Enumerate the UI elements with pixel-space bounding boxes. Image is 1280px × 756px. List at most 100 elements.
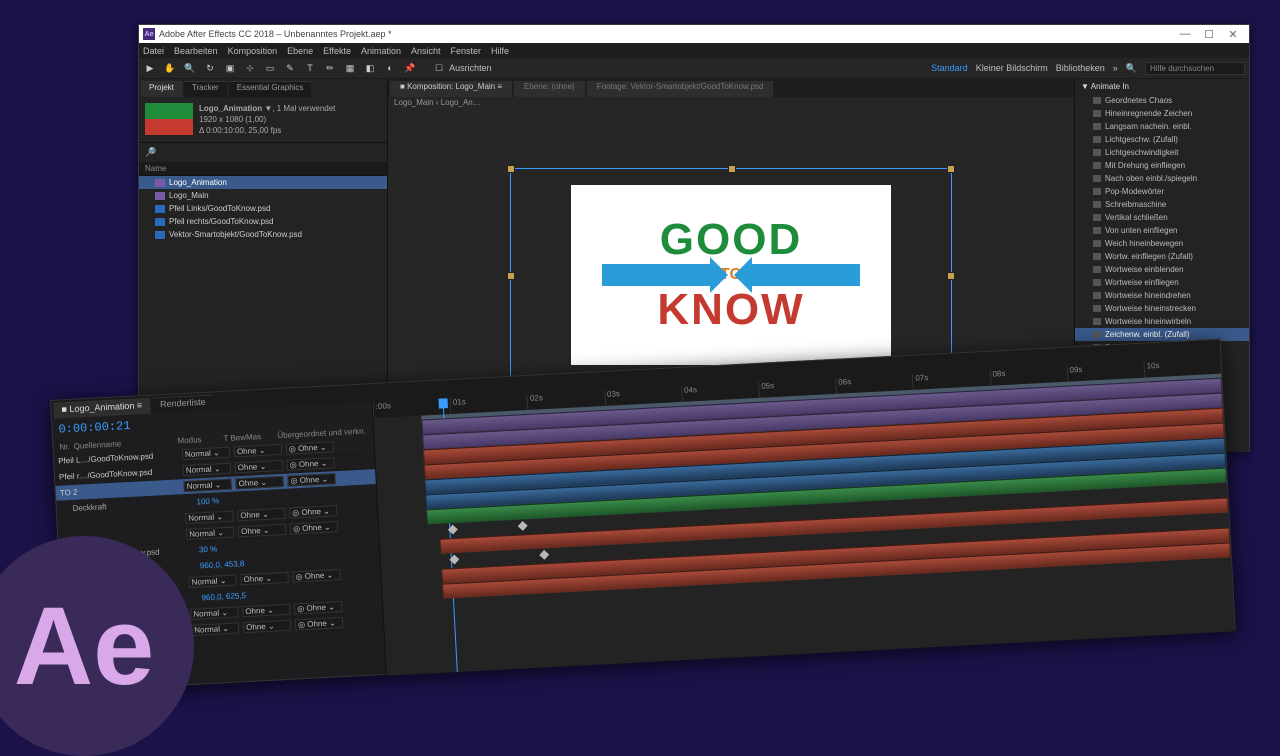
parent-dropdown[interactable]: ◎ Ohne ⌄ xyxy=(287,473,336,486)
brush-tool-icon[interactable]: ✏ xyxy=(323,61,337,75)
parent-dropdown[interactable]: ◎ Ohne ⌄ xyxy=(295,617,344,630)
menu-bearbeiten[interactable]: Bearbeiten xyxy=(174,46,218,56)
preset-item[interactable]: Wortweise hineindrehen xyxy=(1075,289,1249,302)
tab-layer[interactable]: Ebene: (ohne) xyxy=(514,81,585,97)
keyframe-icon[interactable] xyxy=(449,555,459,565)
parent-dropdown[interactable]: ◎ Ohne ⌄ xyxy=(294,601,343,614)
preset-item[interactable]: Lichtgeschw. (Zufall) xyxy=(1075,133,1249,146)
preset-item[interactable]: Geordnetes Chaos xyxy=(1075,94,1249,107)
preset-item[interactable]: Wortweise hineinstrecken xyxy=(1075,302,1249,315)
project-item[interactable]: Pfeil Links/GoodToKnow.psd xyxy=(139,202,387,215)
timeline-tracks[interactable]: :00s01s02s03s04s05s06s07s08s09s10s xyxy=(373,358,1235,676)
trackmatte-dropdown[interactable]: Ohne ⌄ xyxy=(234,444,283,457)
workspace-libs[interactable]: Bibliotheken xyxy=(1056,63,1105,73)
puppet-tool-icon[interactable]: 📌 xyxy=(403,61,417,75)
preset-folder-header[interactable]: ▼ Animate In xyxy=(1075,79,1249,94)
close-button[interactable]: ✕ xyxy=(1221,28,1245,41)
selection-tool-icon[interactable]: ▶ xyxy=(143,61,157,75)
shape-tool-icon[interactable]: ▭ xyxy=(263,61,277,75)
mode-dropdown[interactable]: Normal ⌄ xyxy=(183,479,232,492)
project-item[interactable]: Pfeil rechts/GoodToKnow.psd xyxy=(139,215,387,228)
preset-item[interactable]: Mit Drehung einfliegen xyxy=(1075,159,1249,172)
hand-tool-icon[interactable]: ✋ xyxy=(163,61,177,75)
preset-item[interactable]: Pop-Modewörter xyxy=(1075,185,1249,198)
mode-dropdown[interactable]: Normal ⌄ xyxy=(188,574,237,587)
menu-animation[interactable]: Animation xyxy=(361,46,401,56)
project-item[interactable]: Logo_Main xyxy=(139,189,387,202)
preset-item[interactable]: Wortweise hineinwirbeln xyxy=(1075,315,1249,328)
handle-icon[interactable] xyxy=(507,272,515,280)
anchor-tool-icon[interactable]: ⊹ xyxy=(243,61,257,75)
selection-bounding-box[interactable]: GOOD TO KNOW xyxy=(510,168,952,382)
mode-dropdown[interactable]: Normal ⌄ xyxy=(190,606,239,619)
help-search-input[interactable]: Hilfe durchsuchen xyxy=(1145,62,1245,75)
handle-icon[interactable] xyxy=(947,165,955,173)
clone-tool-icon[interactable]: ▦ xyxy=(343,61,357,75)
comp-breadcrumb[interactable]: Logo_Main ‹ Logo_An… xyxy=(388,97,1074,113)
trackmatte-dropdown[interactable]: Ohne ⌄ xyxy=(238,524,287,537)
trackmatte-dropdown[interactable]: Ohne ⌄ xyxy=(240,572,289,585)
preset-item[interactable]: Lichtgeschwindigkeit xyxy=(1075,146,1249,159)
project-item[interactable]: Vektor-Smartobjekt/GoodToKnow.psd xyxy=(139,228,387,241)
preset-item[interactable]: Wortw. einfliegen (Zufall) xyxy=(1075,250,1249,263)
project-search-icon[interactable]: 🔎 xyxy=(145,147,156,158)
eraser-tool-icon[interactable]: ◧ xyxy=(363,61,377,75)
trackmatte-dropdown[interactable]: Ohne ⌄ xyxy=(235,476,284,489)
parent-dropdown[interactable]: ◎ Ohne ⌄ xyxy=(292,569,341,582)
tab-composition[interactable]: ■ Komposition: Logo_Main ≡ xyxy=(390,81,512,97)
parent-dropdown[interactable]: ◎ Ohne ⌄ xyxy=(286,457,335,470)
workspace-standard[interactable]: Standard xyxy=(931,63,968,73)
trackmatte-dropdown[interactable]: Ohne ⌄ xyxy=(243,620,292,633)
menu-hilfe[interactable]: Hilfe xyxy=(491,46,509,56)
maximize-button[interactable]: ☐ xyxy=(1197,28,1221,41)
preset-item[interactable]: Nach oben einbl./spiegeln xyxy=(1075,172,1249,185)
menu-ansicht[interactable]: Ansicht xyxy=(411,46,441,56)
text-tool-icon[interactable]: T xyxy=(303,61,317,75)
roto-tool-icon[interactable]: ◐ xyxy=(383,61,397,75)
parent-dropdown[interactable]: ◎ Ohne ⌄ xyxy=(290,521,339,534)
minimize-button[interactable]: — xyxy=(1173,28,1197,40)
col-track-matte[interactable]: T BewMas xyxy=(223,431,273,443)
preset-item[interactable]: Hineinregnende Zeichen xyxy=(1075,107,1249,120)
preset-item[interactable]: Zeichenw. einbl. (Zufall) xyxy=(1075,328,1249,341)
handle-icon[interactable] xyxy=(947,272,955,280)
menu-fenster[interactable]: Fenster xyxy=(451,46,482,56)
menu-komposition[interactable]: Komposition xyxy=(228,46,278,56)
tab-project[interactable]: Projekt xyxy=(141,81,182,97)
mode-dropdown[interactable]: Normal ⌄ xyxy=(183,463,232,476)
tab-essential-graphics[interactable]: Essential Graphics xyxy=(229,81,312,97)
handle-icon[interactable] xyxy=(728,165,736,173)
preset-item[interactable]: Langsam nachein. einbl. xyxy=(1075,120,1249,133)
camera-tool-icon[interactable]: ▣ xyxy=(223,61,237,75)
menu-ebene[interactable]: Ebene xyxy=(287,46,313,56)
pen-tool-icon[interactable]: ✎ xyxy=(283,61,297,75)
tab-footage[interactable]: Footage: Vektor-Smartobjekt/GoodToKnow.p… xyxy=(587,81,774,97)
mode-dropdown[interactable]: Normal ⌄ xyxy=(186,527,235,540)
trackmatte-dropdown[interactable]: Ohne ⌄ xyxy=(235,460,284,473)
handle-icon[interactable] xyxy=(507,165,515,173)
project-column-name[interactable]: Name xyxy=(139,162,387,176)
mode-dropdown[interactable]: Normal ⌄ xyxy=(191,622,240,635)
menu-effekte[interactable]: Effekte xyxy=(323,46,351,56)
tab-tracker[interactable]: Tracker xyxy=(184,81,227,97)
col-num[interactable]: Nr. xyxy=(59,442,70,452)
preset-item[interactable]: Wortweise einblenden xyxy=(1075,263,1249,276)
parent-dropdown[interactable]: ◎ Ohne ⌄ xyxy=(286,441,335,454)
parent-dropdown[interactable]: ◎ Ohne ⌄ xyxy=(289,505,338,518)
workspace-small[interactable]: Kleiner Bildschirm xyxy=(976,63,1048,73)
preset-item[interactable]: Vertikal schließen xyxy=(1075,211,1249,224)
col-mode[interactable]: Modus xyxy=(177,434,219,445)
preset-item[interactable]: Wortweise einfliegen xyxy=(1075,276,1249,289)
zoom-tool-icon[interactable]: 🔍 xyxy=(183,61,197,75)
preset-item[interactable]: Schreibmaschine xyxy=(1075,198,1249,211)
preset-item[interactable]: Weich hineinbewegen xyxy=(1075,237,1249,250)
mode-dropdown[interactable]: Normal ⌄ xyxy=(185,511,234,524)
menu-datei[interactable]: Datei xyxy=(143,46,164,56)
snap-checkbox[interactable]: ☐ xyxy=(435,63,443,74)
mode-dropdown[interactable]: Normal ⌄ xyxy=(182,447,231,460)
project-item[interactable]: Logo_Animation xyxy=(139,176,387,189)
keyframe-icon[interactable] xyxy=(539,550,549,560)
trackmatte-dropdown[interactable]: Ohne ⌄ xyxy=(237,508,286,521)
rotate-tool-icon[interactable]: ↻ xyxy=(203,61,217,75)
trackmatte-dropdown[interactable]: Ohne ⌄ xyxy=(242,604,291,617)
